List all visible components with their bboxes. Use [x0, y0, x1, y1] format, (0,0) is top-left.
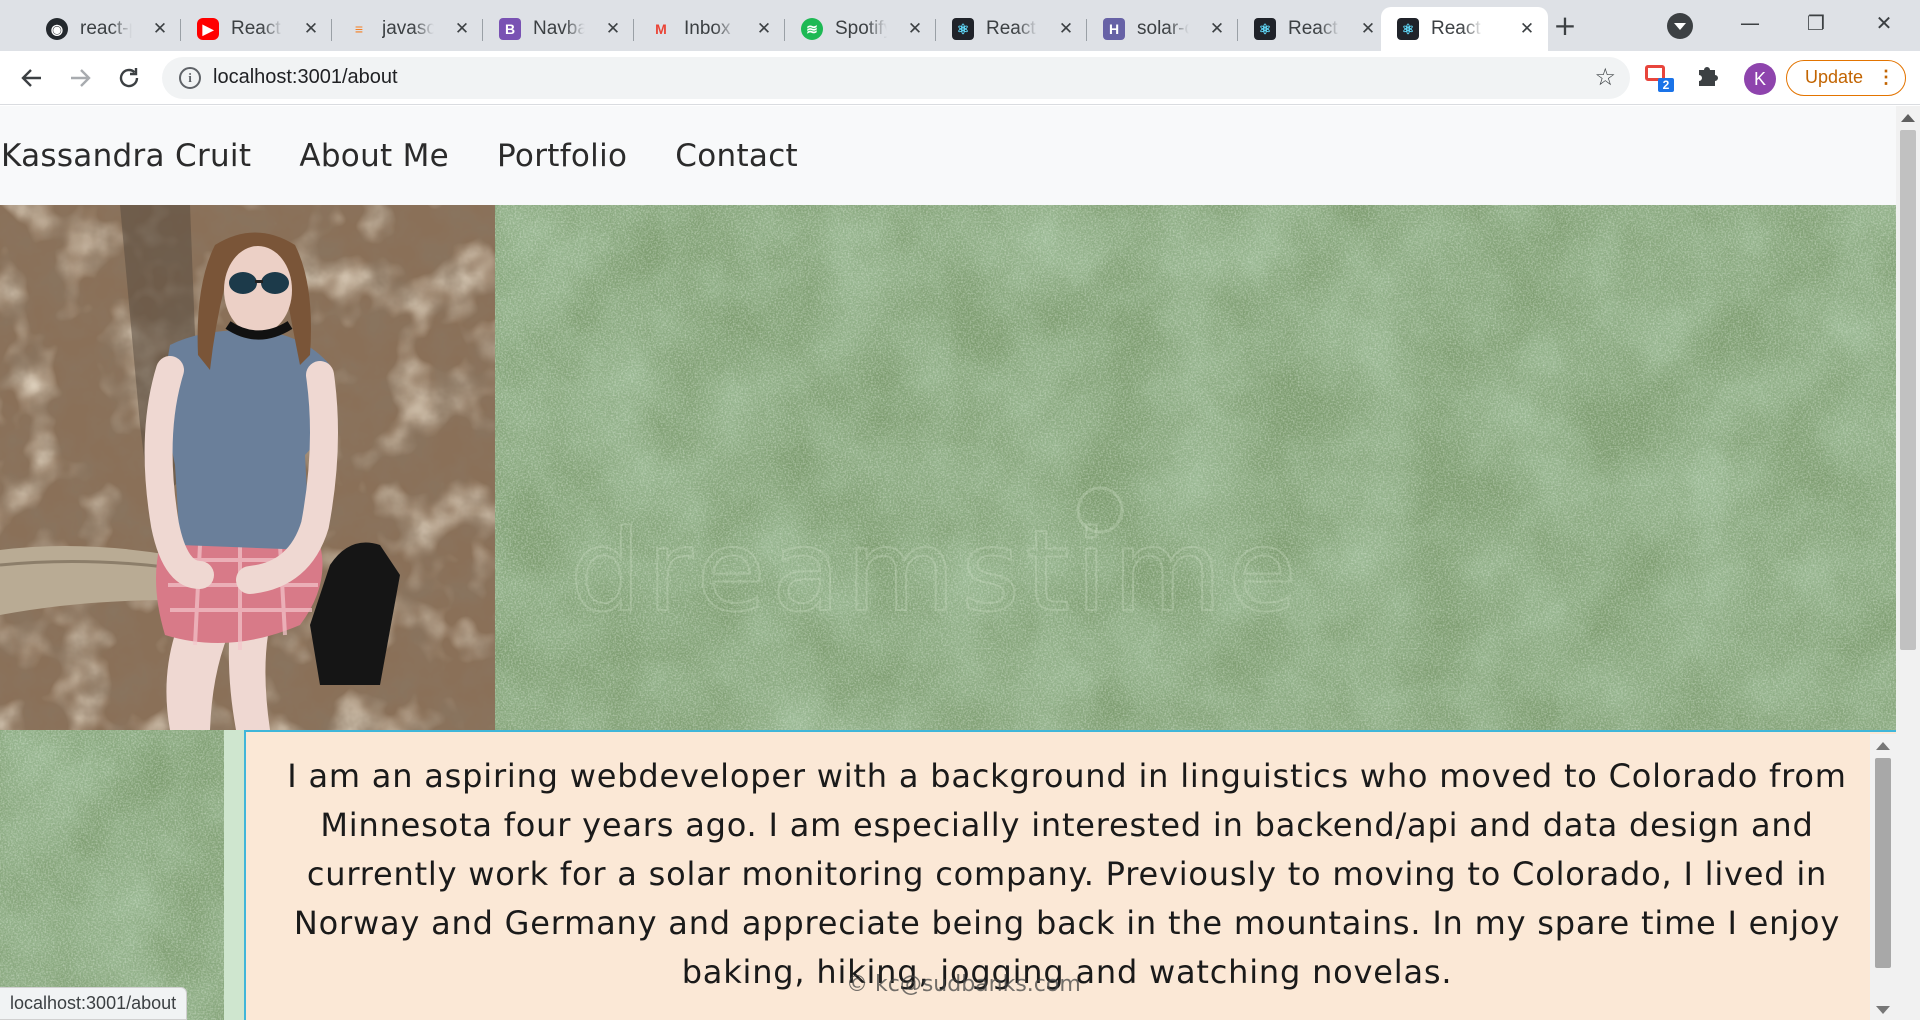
github-icon: ◉ [46, 18, 68, 40]
bookmark-star-icon[interactable]: ☆ [1594, 63, 1616, 91]
tab-title: React V [231, 18, 283, 39]
gmail-icon: M [655, 21, 667, 37]
browser-tab[interactable]: ≋ Spotify ✕ [785, 7, 936, 51]
bio-side-strip [224, 730, 244, 1020]
tab-title: React F [1431, 18, 1483, 39]
tab-close-icon[interactable]: ✕ [149, 19, 171, 39]
tab-title: Navbar [533, 18, 585, 39]
browser-tab[interactable]: ⚛ React F ✕ [936, 7, 1087, 51]
close-window-button[interactable]: ✕ [1864, 6, 1904, 40]
address-bar[interactable]: i localhost:3001/about ☆ [162, 57, 1630, 99]
page-viewport: Kassandra Cruit About Me Portfolio Conta… [0, 106, 1896, 1020]
youtube-icon: ▶ [197, 18, 219, 40]
forward-arrow-icon [71, 69, 91, 87]
spotify-icon: ≋ [801, 18, 823, 40]
footer-email: © kc@sudbanks.com [846, 972, 1081, 997]
reload-button[interactable] [112, 61, 146, 95]
browser-tab[interactable]: ⚛ React F ✕ [1381, 7, 1548, 51]
back-button[interactable] [15, 61, 49, 95]
browser-tab[interactable]: ≡ javascri ✕ [332, 7, 483, 51]
tab-title: react-p [80, 18, 132, 39]
browser-toolbar: i localhost:3001/about ☆ 2 K Update ⋮ [0, 51, 1920, 105]
browser-tab[interactable]: M Inbox ( ✕ [634, 7, 785, 51]
tab-close-icon[interactable]: ✕ [1206, 19, 1228, 39]
url-text[interactable]: localhost:3001/about [213, 66, 398, 89]
restore-button[interactable]: ❐ [1796, 6, 1836, 40]
tab-close-icon[interactable]: ✕ [602, 19, 624, 39]
forward-button[interactable] [63, 61, 97, 95]
bio-card: I am an aspiring webdeveloper with a bac… [244, 730, 1896, 1020]
back-arrow-icon [21, 69, 41, 87]
react-icon: ⚛ [1254, 18, 1276, 40]
tab-title: javascri [382, 18, 434, 39]
tab-title: Inbox ( [684, 18, 736, 39]
tab-close-icon[interactable]: ✕ [1357, 19, 1379, 39]
bio-text: I am an aspiring webdeveloper with a bac… [287, 757, 1847, 991]
browser-tab[interactable]: ▶ React V ✕ [181, 7, 332, 51]
green-texture-strip [0, 730, 224, 1020]
heroku-icon: H [1103, 18, 1125, 40]
menu-kebab-icon: ⋮ [1877, 67, 1895, 87]
extension-badge-count: 2 [1658, 78, 1674, 92]
site-navbar: Kassandra Cruit About Me Portfolio Conta… [0, 106, 1896, 205]
tab-title: solar-c [1137, 18, 1189, 39]
scroll-up-icon[interactable] [1901, 114, 1915, 122]
site-info-icon[interactable]: i [179, 67, 201, 89]
tab-close-icon[interactable]: ✕ [1516, 19, 1538, 39]
page-scrollbar[interactable] [1896, 106, 1920, 1020]
bio-scroll-up-icon[interactable] [1876, 742, 1890, 750]
update-label: Update [1805, 67, 1864, 87]
browser-tab[interactable]: ⚛ React F ✕ [1238, 7, 1389, 51]
bootstrap-icon: B [499, 18, 521, 40]
react-icon: ⚛ [952, 18, 974, 40]
tab-close-icon[interactable]: ✕ [904, 19, 926, 39]
tab-search-icon[interactable] [1667, 13, 1693, 39]
tab-title: Spotify [835, 18, 887, 39]
tab-close-icon[interactable]: ✕ [1055, 19, 1077, 39]
profile-photo [0, 205, 495, 730]
brand-link[interactable]: Kassandra Cruit [1, 138, 251, 174]
tab-close-icon[interactable]: ✕ [300, 19, 322, 39]
new-tab-button[interactable]: + [1548, 10, 1582, 44]
nav-link-about[interactable]: About Me [299, 138, 449, 174]
bio-scroll-thumb[interactable] [1875, 758, 1891, 968]
extensions-puzzle-icon[interactable] [1695, 62, 1721, 94]
watermark-text: dreamstime [570, 507, 1303, 637]
about-section: dreamstime I am an aspiring webdeveloper… [0, 205, 1896, 1020]
minimize-button[interactable]: — [1730, 6, 1770, 40]
browser-tab[interactable]: B Navbar ✕ [483, 7, 634, 51]
extension-icon[interactable]: 2 [1643, 61, 1674, 93]
tab-title: React F [986, 18, 1038, 39]
browser-tab[interactable]: ◉ react-p ✕ [30, 7, 181, 51]
reload-icon [119, 68, 139, 88]
profile-avatar[interactable]: K [1744, 63, 1776, 95]
tab-strip: ◉ react-p ✕ ▶ React V ✕ ≡ javascri ✕ B Navbar ✕ M Inb… [0, 0, 1920, 51]
tab-title: React F [1288, 18, 1340, 39]
browser-tab[interactable]: Hsolar-c ✕ [1087, 7, 1238, 51]
page-scroll-thumb[interactable] [1900, 130, 1916, 650]
stackoverflow-icon: ≡ [354, 21, 364, 37]
green-texture-background: dreamstime [495, 205, 1896, 730]
tab-close-icon[interactable]: ✕ [451, 19, 473, 39]
nav-link-contact[interactable]: Contact [675, 138, 798, 174]
nav-link-portfolio[interactable]: Portfolio [497, 138, 627, 174]
update-button[interactable]: Update ⋮ [1786, 60, 1906, 96]
react-icon: ⚛ [1397, 18, 1419, 40]
status-bar-url: localhost:3001/about [0, 987, 188, 1020]
tab-close-icon[interactable]: ✕ [753, 19, 775, 39]
bio-scroll-down-icon[interactable] [1876, 1006, 1890, 1014]
bio-scrollbar[interactable] [1870, 734, 1896, 1020]
